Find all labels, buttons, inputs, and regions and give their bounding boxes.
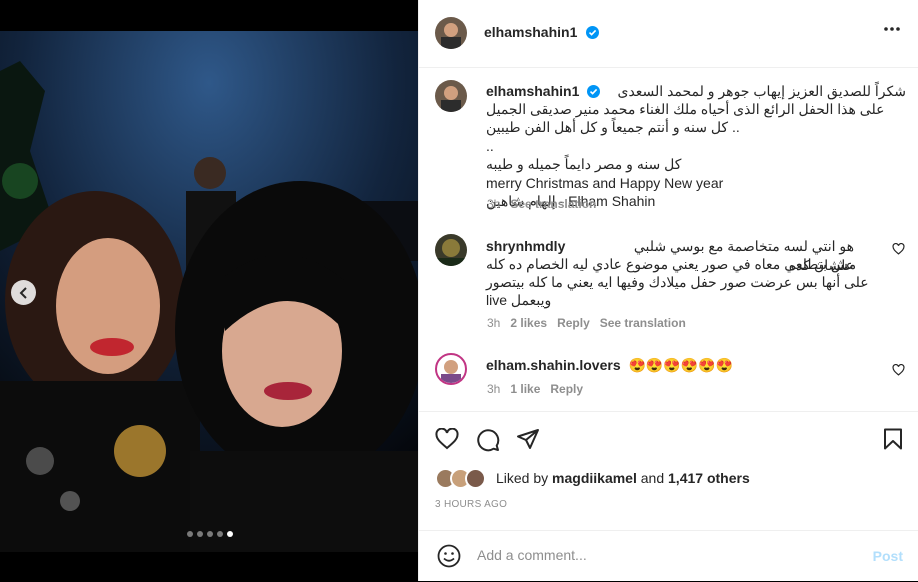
carousel-dot xyxy=(197,531,203,537)
caption-time: 3h xyxy=(487,197,501,211)
likes-others[interactable]: 1,417 others xyxy=(668,470,750,486)
post-photo[interactable] xyxy=(0,31,418,552)
post-button[interactable]: Post xyxy=(873,548,903,564)
comment-time: 3h xyxy=(487,316,501,330)
comments-list: elhamshahin1 شكراً للصديق العزيز إيهاب ج… xyxy=(419,68,918,410)
comment-text: 😍😍😍😍😍😍 xyxy=(628,357,734,373)
post-header: elhamshahin1 xyxy=(419,0,918,68)
liker-avatar[interactable] xyxy=(465,467,486,489)
commenter-username[interactable]: shrynhmdly xyxy=(486,237,565,256)
comment-line: live ويبعمل xyxy=(486,292,552,308)
chevron-left-icon xyxy=(19,286,27,299)
commenter-avatar[interactable] xyxy=(435,234,467,266)
post-side-panel: elhamshahin1 elhamshahin1 شكراً للصديق ا… xyxy=(418,0,918,581)
caption-meta: 3h See translation xyxy=(487,197,596,211)
heart-icon[interactable] xyxy=(435,428,459,450)
caption-username[interactable]: elhamshahin1 xyxy=(486,83,579,99)
post-timestamp: 3 HOURS AGO xyxy=(435,499,508,510)
carousel-dot-active xyxy=(227,531,233,537)
comment-meta: 3h 1 like Reply xyxy=(487,382,583,396)
verified-icon xyxy=(585,26,599,39)
author-avatar[interactable] xyxy=(435,17,467,49)
comment-line: مش بتطلعي معاه في صور يعني موضوع عادي لي… xyxy=(486,256,857,272)
caption-line: .. كل سنه و أنتم جميعاً و كل أهل الفن طي… xyxy=(486,119,740,135)
emoji-icon[interactable] xyxy=(437,544,461,568)
carousel-dot xyxy=(187,531,193,537)
comment-icon[interactable] xyxy=(476,428,500,452)
comment-time: 3h xyxy=(487,382,501,396)
caption-line: شكراً للصديق العزيز إيهاب جوهر و لمحمد ا… xyxy=(617,83,906,99)
post-viewer: elhamshahin1 elhamshahin1 شكراً للصديق ا… xyxy=(0,0,918,581)
caption-line: merry Christmas and Happy New year xyxy=(486,175,724,191)
caption-line: كل سنه و مصر دايماً جميله و طيبه xyxy=(486,156,682,172)
more-icon[interactable] xyxy=(883,26,901,32)
bookmark-icon[interactable] xyxy=(883,428,903,450)
carousel-dot xyxy=(217,531,223,537)
comment: elham.shahin.lovers 😍😍😍😍😍😍 xyxy=(486,356,733,375)
carousel-dot xyxy=(207,531,213,537)
comment-likes[interactable]: 1 like xyxy=(510,382,540,396)
comment-meta: 3h 2 likes Reply See translation xyxy=(487,316,686,330)
share-icon[interactable] xyxy=(516,428,540,450)
author-username[interactable]: elhamshahin1 xyxy=(484,24,577,40)
reply-button[interactable]: Reply xyxy=(550,382,583,396)
liker-username[interactable]: magdiikamel xyxy=(552,470,637,486)
carousel-prev-button[interactable] xyxy=(11,280,36,305)
caption-line: .. xyxy=(486,138,494,154)
carousel-dots xyxy=(187,531,233,537)
comment-line: على أنها بس عرضت صور حفل ميلادك وفيها اي… xyxy=(486,274,869,290)
media-pane xyxy=(0,0,418,581)
comment-input[interactable] xyxy=(475,546,839,564)
caption-line: على هذا الحفل الرائع الذى أحياه ملك الغن… xyxy=(486,101,885,117)
reply-button[interactable]: Reply xyxy=(557,316,590,330)
commenter-avatar[interactable] xyxy=(435,353,467,385)
action-bar xyxy=(419,411,918,465)
heart-icon[interactable] xyxy=(892,243,905,255)
comment-likes[interactable]: 2 likes xyxy=(510,316,547,330)
commenter-username[interactable]: elham.shahin.lovers xyxy=(486,357,621,373)
heart-icon[interactable] xyxy=(892,364,905,376)
see-translation-button[interactable]: See translation xyxy=(510,197,596,211)
see-translation-button[interactable]: See translation xyxy=(600,316,686,330)
likes-prefix: Liked by xyxy=(496,470,549,486)
likes-summary: Liked by magdiikamel and 1,417 others xyxy=(435,467,750,489)
likes-and: and xyxy=(640,470,665,486)
author-avatar[interactable] xyxy=(435,80,467,112)
add-comment-bar: Post xyxy=(419,530,918,582)
